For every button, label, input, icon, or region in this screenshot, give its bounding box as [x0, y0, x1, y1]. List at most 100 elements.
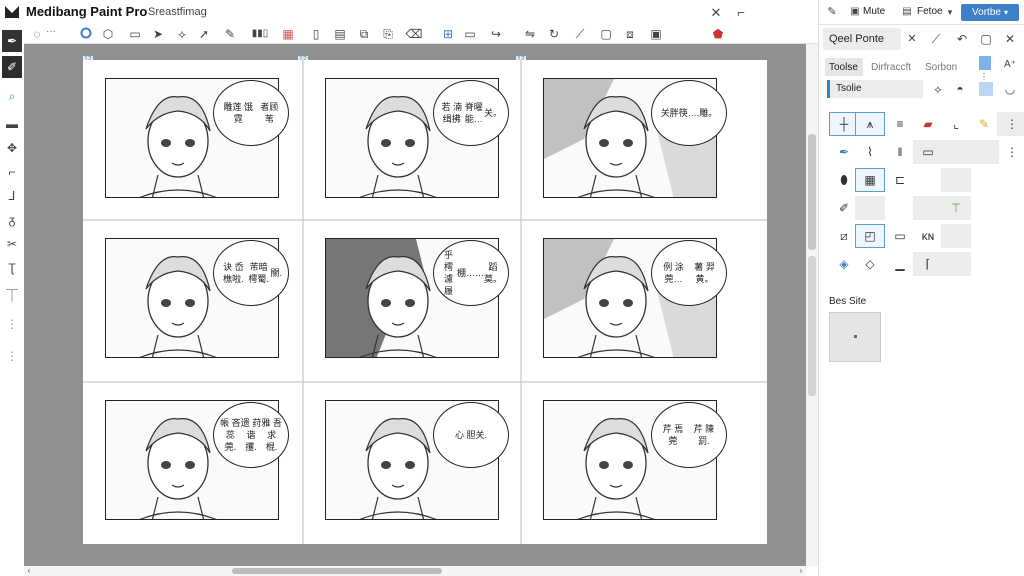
lasso-icon[interactable]: ◌	[30, 26, 44, 42]
fetch-button[interactable]: Fetoe	[917, 6, 943, 17]
scissors-tool-icon[interactable]: ✂	[2, 234, 22, 254]
pen-tool-icon[interactable]: ✐	[2, 56, 22, 78]
mute-icon[interactable]: ▣	[849, 5, 861, 19]
folder-icon[interactable]: ▭	[462, 26, 478, 42]
comic-panel[interactable]: 雕莲 饿霓 者顾苇	[83, 60, 301, 220]
brush-bucket-icon[interactable]: ᵹ	[2, 210, 22, 230]
comic-page[interactable]: 雕莲 饿霓 者顾苇 若 湳 缉拂 脊曜能… 关。 关胖筷…. 雕。诀 岙 樵啦. 芾暗樗蜀. 關…	[83, 60, 767, 544]
redo-icon[interactable]: ↪	[488, 26, 504, 42]
tool-blur[interactable]: ⌇	[855, 140, 885, 164]
layer-add-icon[interactable]: ⊞	[440, 26, 456, 42]
tool-curve[interactable]: ⩚	[855, 112, 885, 136]
ruler-icon[interactable]: ⟋	[572, 26, 588, 42]
tool-marker[interactable]: ▰	[913, 112, 943, 136]
hand-tool-icon[interactable]: ⅃	[2, 186, 22, 206]
tool-pencil[interactable]: ✎	[969, 112, 999, 136]
comic-panel[interactable]: 乎 樗 濾履 棚…… 蹈莫。	[303, 220, 521, 380]
tool-selection[interactable]: ◰	[855, 224, 885, 248]
tab-tools[interactable]: Toolse	[825, 58, 863, 76]
zoom-icon[interactable]	[78, 25, 96, 43]
tool-slot[interactable]: ⋮	[997, 112, 1024, 136]
tool-stamp[interactable]: ⊤	[941, 196, 971, 220]
fetch-icon[interactable]: ▤	[901, 5, 913, 19]
comic-panel[interactable]: 若 湳 缉拂 脊曜能… 关。	[303, 60, 521, 220]
tool-name-field[interactable]: Tsolie	[827, 80, 923, 98]
shape-icon[interactable]: ◓	[953, 82, 967, 96]
comic-panel[interactable]: 心 胆关.	[303, 382, 521, 542]
move-arrow-icon[interactable]: ➤	[150, 26, 166, 42]
bell-icon[interactable]: ◡	[1003, 82, 1017, 96]
tool-lines[interactable]: ≡	[885, 112, 915, 136]
rect-select-icon[interactable]: ▭	[127, 26, 143, 42]
pen-icon[interactable]: ✎	[222, 26, 238, 42]
pencil-icon[interactable]: ✎	[825, 5, 839, 19]
history-icon[interactable]: ↻	[546, 26, 562, 42]
text-tool-icon[interactable]: Ʈ	[2, 258, 22, 278]
tool-dots[interactable]: ⋮	[997, 140, 1024, 164]
move-tool-icon[interactable]: ✥	[2, 138, 22, 158]
tool-corner[interactable]: ⌈	[913, 252, 943, 276]
undo-icon[interactable]: ↶	[955, 32, 969, 46]
brush-tool-icon[interactable]: ✒	[2, 30, 22, 52]
pin-icon[interactable]: ⌐	[734, 3, 748, 21]
tool-empty-7[interactable]	[941, 252, 971, 276]
tool-bend[interactable]: ⌞	[941, 112, 971, 136]
brush-preview-icon[interactable]: ⟡	[931, 82, 945, 96]
pin-icon[interactable]: ⟋	[929, 32, 943, 46]
eraser-icon[interactable]: ⌫	[406, 26, 423, 42]
tool-pattern[interactable]: ▦	[855, 168, 885, 192]
brush-size-preview[interactable]	[829, 312, 881, 362]
close-icon[interactable]: ✕	[708, 3, 724, 21]
transform-icon[interactable]: ⟡	[174, 26, 190, 42]
tool-empty-2[interactable]	[969, 140, 999, 164]
tool-diamond[interactable]: ◇	[855, 252, 885, 276]
panel-title-tab[interactable]: Qeel Ponte	[823, 28, 901, 50]
flip-icon[interactable]: ⇋	[522, 26, 538, 42]
bucket-icon[interactable]: ⬟	[710, 26, 726, 42]
cut-frame-icon[interactable]: ⧈	[622, 26, 638, 42]
close-panel-icon[interactable]: ✕	[1003, 32, 1017, 46]
page-grid-icon[interactable]: ▦	[280, 26, 296, 42]
save-icon[interactable]: ▣	[648, 26, 664, 42]
color-swatch-icon[interactable]	[979, 56, 991, 70]
tab-difference[interactable]: Dirfraccft	[871, 62, 911, 73]
chevron-down-icon[interactable]: ▾	[945, 5, 955, 19]
color-patch-icon[interactable]	[979, 82, 993, 96]
magnifier-tool-icon[interactable]: ⌕	[2, 86, 22, 106]
tool-empty-6[interactable]	[941, 224, 971, 248]
vertical-scrollbar[interactable]	[806, 44, 818, 566]
tool-rectangle[interactable]: ▭	[885, 224, 915, 248]
comic-panel[interactable]: 例 涂 莞… 薯 羿 黄。	[521, 220, 739, 380]
paste-icon[interactable]: ⎘	[380, 26, 396, 42]
comic-panel[interactable]: 帳 吝 蕊 莞. 遗 荮 谐 攫. 雅 吾 求 棍.	[83, 382, 301, 542]
dotted-tool-icon[interactable]: ⋮	[2, 314, 22, 334]
vertical-scroll-thumb[interactable]	[808, 134, 816, 250]
comic-panel[interactable]: 芹 焉 莞芹 陳 罰.	[521, 382, 739, 542]
scroll-left-icon[interactable]: ‹	[24, 566, 34, 576]
eraser-tool-icon[interactable]: ▬	[2, 114, 22, 134]
horizontal-scroll-thumb[interactable]	[232, 568, 442, 574]
window-icon[interactable]: ▢	[979, 32, 993, 46]
brush-size-icon[interactable]: ▮▮▯	[244, 26, 276, 42]
more-tools-icon[interactable]: ⋮	[2, 346, 22, 366]
tool-bars[interactable]: ‖	[885, 140, 915, 164]
tab-section[interactable]: Sorbon	[925, 62, 957, 73]
tool-empty-1[interactable]	[941, 140, 971, 164]
comic-panel[interactable]: 关胖筷…. 雕。	[521, 60, 739, 220]
tool-empty-3[interactable]	[941, 168, 971, 192]
tool-line[interactable]: ▁	[885, 252, 915, 276]
document-icon[interactable]: ▤	[332, 26, 348, 42]
tool-rect[interactable]: ▭	[913, 140, 943, 164]
small-dots-icon[interactable]: ⋮	[979, 72, 989, 82]
tool-frame[interactable]: ⊏	[885, 168, 915, 192]
frame-icon[interactable]: ▢	[598, 26, 614, 42]
close-icon[interactable]: ✕	[905, 32, 919, 46]
text-tool-icon[interactable]: A⁺	[1003, 58, 1017, 72]
vertical-scroll-thumb-2[interactable]	[808, 256, 816, 396]
new-page-icon[interactable]: ▯	[308, 26, 324, 42]
copy-icon[interactable]: ⧉	[356, 26, 372, 42]
view-button[interactable]: Vortbe ▾	[961, 4, 1019, 21]
tool-empty-5[interactable]	[913, 196, 943, 220]
mute-button[interactable]: Mute	[863, 6, 885, 17]
crop-tool-icon[interactable]: ⌐	[2, 162, 22, 182]
